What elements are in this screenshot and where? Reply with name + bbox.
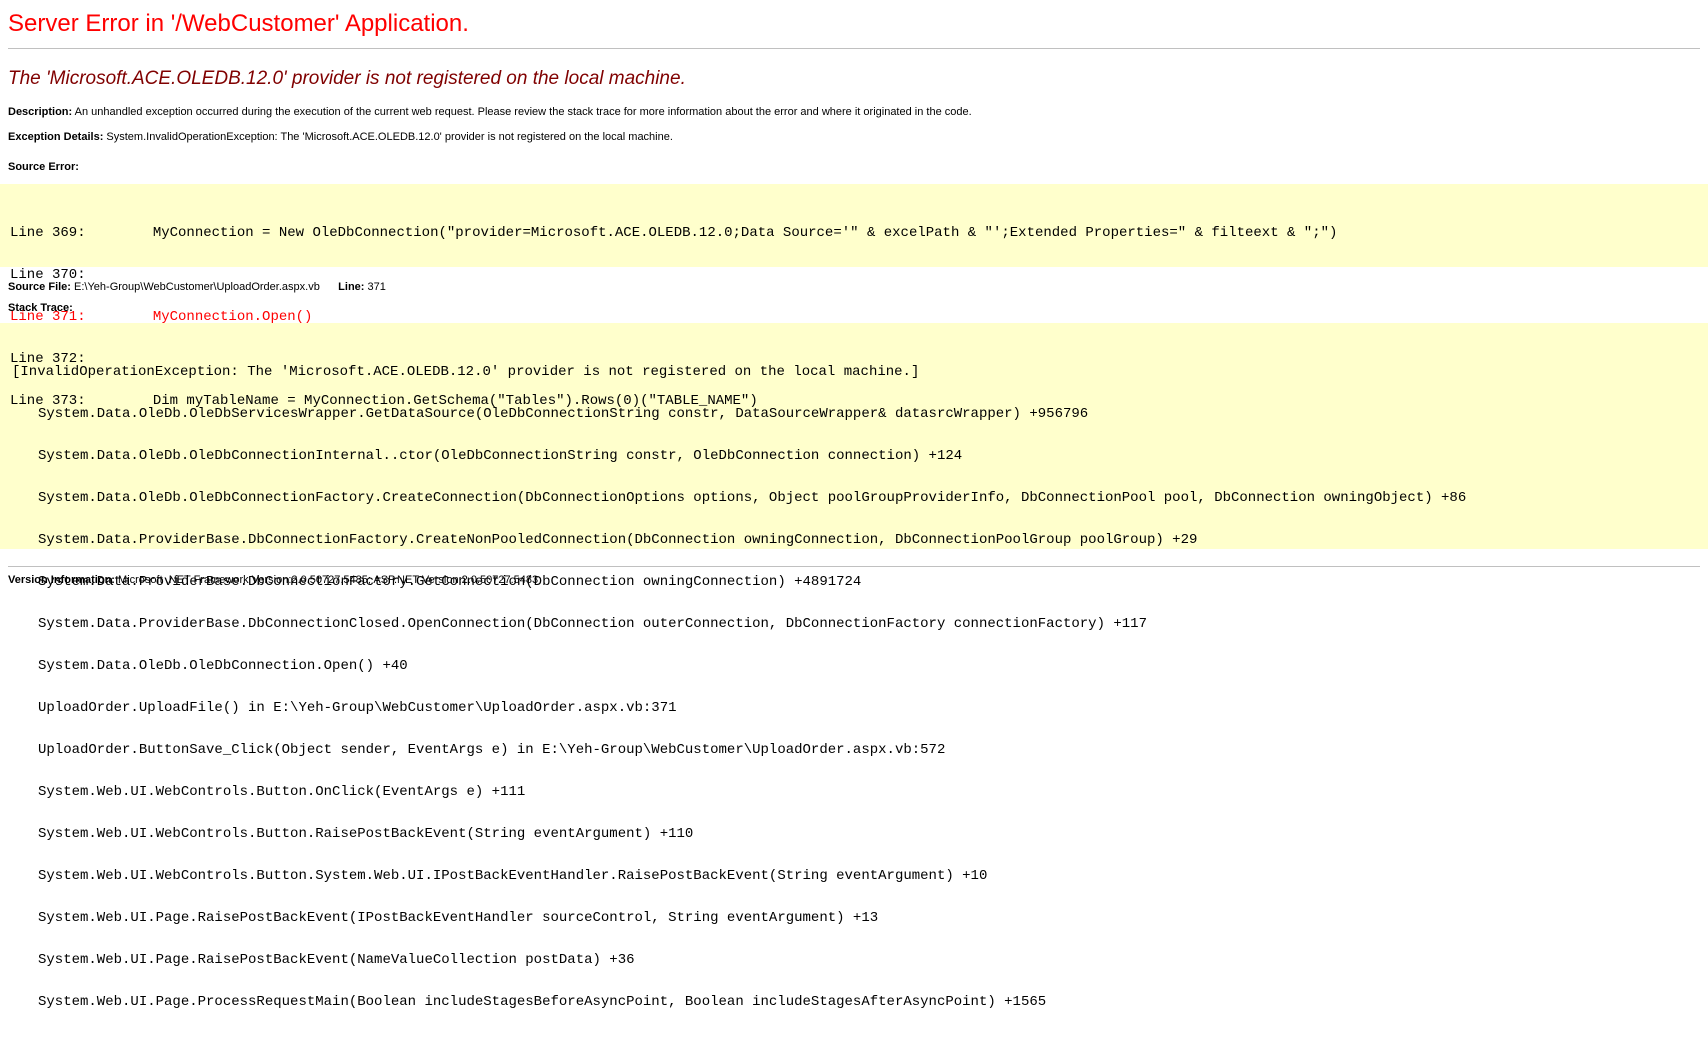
description: Description: An unhandled exception occu…	[8, 99, 1700, 124]
error-page: Server Error in '/WebCustomer' Applicati…	[0, 0, 1708, 1009]
source-error-label: Source Error:	[8, 161, 79, 173]
stack-trace-line: System.Data.ProviderBase.DbConnectionClo…	[38, 616, 1147, 632]
stack-trace-line: System.Web.UI.Page.ProcessRequestMain(Bo…	[38, 994, 1047, 1010]
stack-trace-line: System.Web.UI.Page.RaisePostBackEvent(IP…	[38, 910, 879, 926]
version-label: Version Information:	[8, 574, 115, 586]
stack-trace-line: UploadOrder.ButtonSave_Click(Object send…	[38, 742, 946, 758]
source-file-path: E:\Yeh-Group\WebCustomer\UploadOrder.asp…	[70, 281, 320, 293]
stack-trace-line: System.Web.UI.Page.RaisePostBackEvent(Na…	[38, 952, 635, 968]
stack-trace-line: System.Web.UI.WebControls.Button.RaisePo…	[38, 826, 694, 842]
stack-trace-label: Stack Trace:	[8, 302, 73, 314]
source-file-label: Source File:	[8, 281, 71, 293]
stack-trace-line: System.Web.UI.WebControls.Button.OnClick…	[38, 784, 526, 800]
source-line-value: 371	[364, 281, 386, 293]
stack-trace-line: System.Data.OleDb.OleDbServicesWrapper.G…	[38, 406, 1089, 422]
source-line-label: Line:	[338, 281, 365, 293]
stack-trace-line: System.Data.OleDb.OleDbConnectionInterna…	[38, 448, 963, 464]
stack-trace-line: System.Data.OleDb.OleDbConnectionFactory…	[38, 490, 1467, 506]
source-error-code-block: Line 369: MyConnection = New OleDbConnec…	[0, 184, 1708, 408]
code-line: Line 369: MyConnection = New OleDbConnec…	[10, 225, 1338, 241]
error-message: The 'Microsoft.ACE.OLEDB.12.0' provider …	[8, 68, 686, 89]
stack-trace-line: System.Data.ProviderBase.DbConnectionFac…	[38, 532, 1198, 548]
page-title: Server Error in '/WebCustomer' Applicati…	[8, 10, 469, 37]
exception-details: Exception Details: System.InvalidOperati…	[8, 124, 1700, 155]
exception-details-text: System.InvalidOperationException: The 'M…	[103, 131, 673, 143]
source-error-heading: Source Error:	[8, 155, 1700, 174]
version-text: Microsoft .NET Framework Version:2.0.507…	[114, 574, 539, 586]
stack-trace-line: [InvalidOperationException: The 'Microso…	[12, 364, 920, 380]
description-label: Description:	[8, 106, 73, 118]
description-text: An unhandled exception occurred during t…	[72, 106, 972, 118]
stack-trace-line: System.Web.UI.WebControls.Button.System.…	[38, 868, 988, 884]
source-file: Source File: E:\Yeh-Group\WebCustomer\Up…	[8, 267, 1700, 298]
stack-trace-line: UploadOrder.UploadFile() in E:\Yeh-Group…	[38, 700, 677, 716]
stack-trace-block: [InvalidOperationException: The 'Microso…	[0, 323, 1708, 1009]
stack-trace-line: System.Data.OleDb.OleDbConnection.Open()…	[38, 658, 408, 674]
exception-details-label: Exception Details:	[8, 131, 104, 143]
